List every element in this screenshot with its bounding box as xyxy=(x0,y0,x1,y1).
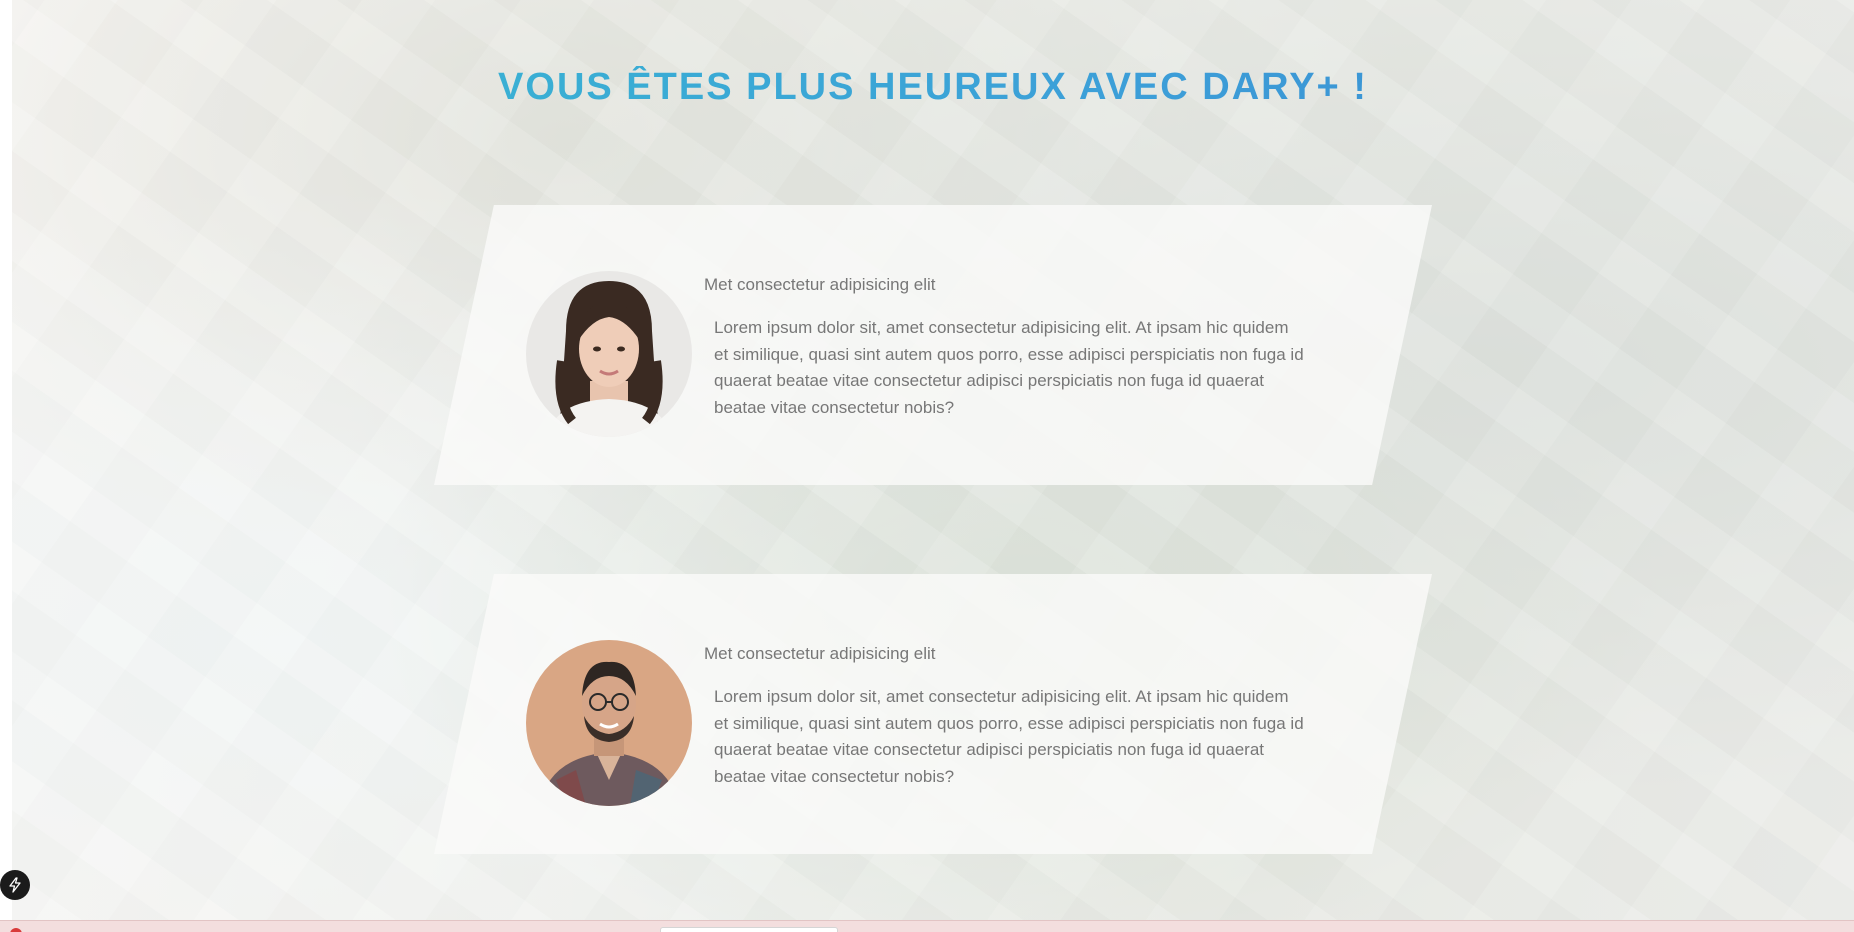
lightning-bolt-icon[interactable] xyxy=(0,870,30,900)
testimonial-text: Lorem ipsum dolor sit, amet consectetur … xyxy=(714,687,1304,786)
error-indicator-icon[interactable] xyxy=(10,928,22,932)
testimonial-title: Met consectetur adipisicing elit xyxy=(704,275,936,294)
testimonial-card: Met consectetur adipisicing elit Lorem i… xyxy=(434,205,1432,485)
section-heading: VOUS ÊTES PLUS HEUREUX AVEC DARY+ ! xyxy=(12,66,1854,109)
browser-status-bar xyxy=(0,920,1854,932)
status-bar-tab[interactable] xyxy=(660,927,838,932)
avatar-man xyxy=(526,640,692,806)
testimonial-card: Met consectetur adipisicing elit Lorem i… xyxy=(434,574,1432,854)
avatar-woman xyxy=(526,271,692,437)
testimonial-text: Lorem ipsum dolor sit, amet consectetur … xyxy=(714,318,1304,417)
testimonial-title: Met consectetur adipisicing elit xyxy=(704,644,936,663)
